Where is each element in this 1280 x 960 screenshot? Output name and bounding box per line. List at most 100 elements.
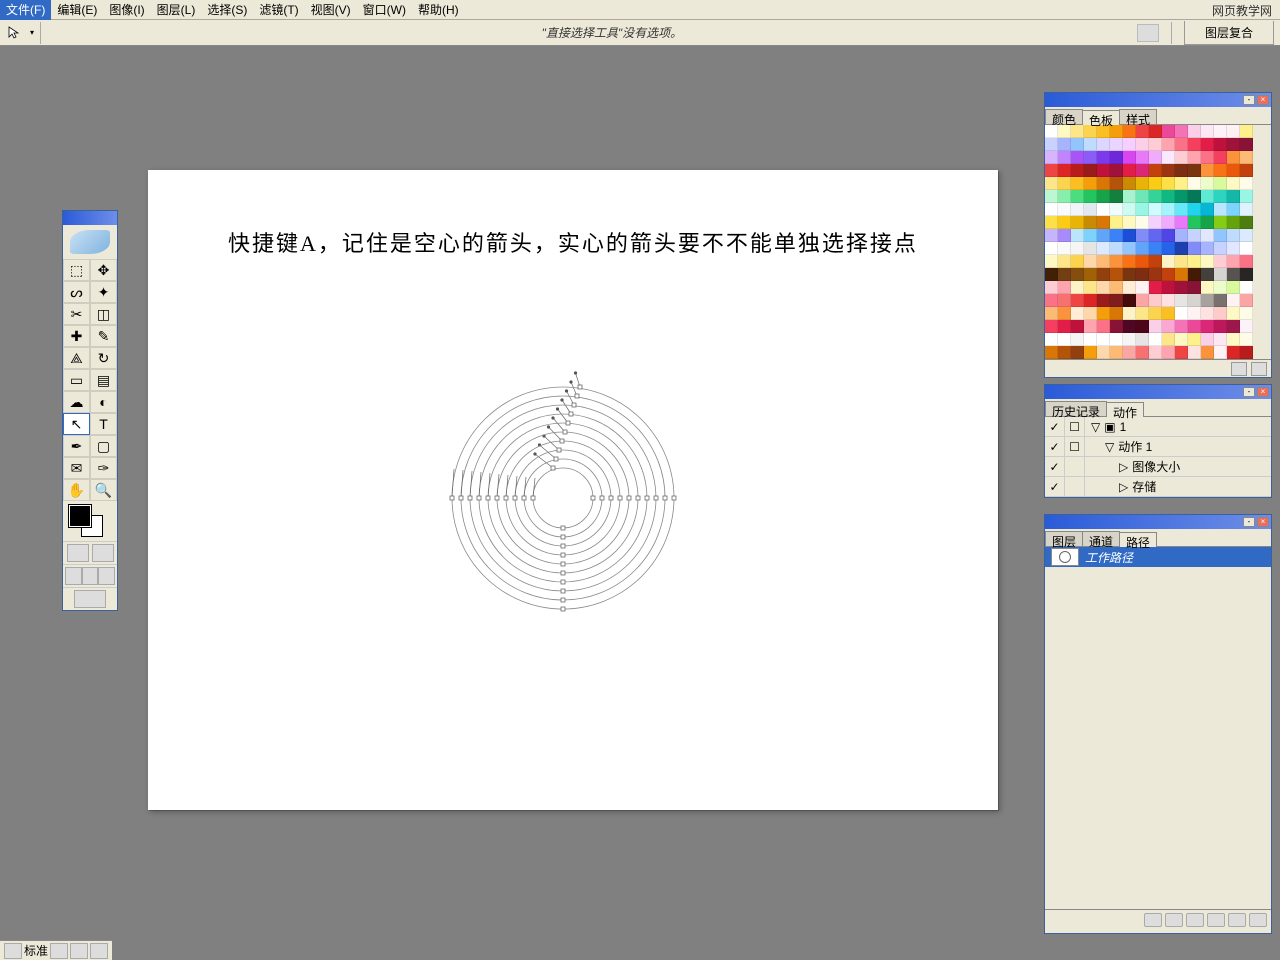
color-swatch[interactable] bbox=[1045, 268, 1058, 281]
color-swatch[interactable] bbox=[1149, 307, 1162, 320]
color-swatch[interactable] bbox=[1097, 203, 1110, 216]
color-swatch[interactable] bbox=[1240, 177, 1253, 190]
color-swatch[interactable] bbox=[1136, 268, 1149, 281]
color-swatch[interactable] bbox=[1175, 281, 1188, 294]
color-swatch[interactable] bbox=[1214, 190, 1227, 203]
color-swatch[interactable] bbox=[1201, 294, 1214, 307]
color-swatch[interactable] bbox=[1201, 268, 1214, 281]
color-swatch[interactable] bbox=[1058, 320, 1071, 333]
color-swatch[interactable] bbox=[1110, 281, 1123, 294]
color-swatch[interactable] bbox=[1201, 333, 1214, 346]
color-swatch[interactable] bbox=[1136, 151, 1149, 164]
color-swatch[interactable] bbox=[1149, 320, 1162, 333]
new-swatch-icon[interactable] bbox=[1231, 362, 1247, 376]
color-swatch[interactable] bbox=[1136, 138, 1149, 151]
color-swatch[interactable] bbox=[1227, 138, 1240, 151]
document-canvas[interactable]: 快捷键A，记住是空心的箭头，实心的箭头要不不能单独选择接点 bbox=[148, 170, 998, 810]
color-swatch[interactable] bbox=[1097, 229, 1110, 242]
color-swatch[interactable] bbox=[1149, 281, 1162, 294]
color-swatch[interactable] bbox=[1175, 229, 1188, 242]
color-swatch[interactable] bbox=[1214, 255, 1227, 268]
color-swatch[interactable] bbox=[1188, 242, 1201, 255]
color-swatch[interactable] bbox=[1214, 203, 1227, 216]
color-swatch[interactable] bbox=[1214, 307, 1227, 320]
color-swatch[interactable] bbox=[1071, 125, 1084, 138]
tool-wand[interactable]: ✦ bbox=[90, 281, 117, 303]
tool-preset-dropdown[interactable]: ▾ bbox=[30, 28, 34, 37]
color-swatch[interactable] bbox=[1162, 346, 1175, 359]
color-swatch[interactable] bbox=[1201, 138, 1214, 151]
tool-marquee[interactable]: ⬚ bbox=[63, 259, 90, 281]
color-swatch[interactable] bbox=[1227, 320, 1240, 333]
color-swatch[interactable] bbox=[1123, 125, 1136, 138]
color-swatch[interactable] bbox=[1058, 125, 1071, 138]
color-swatch[interactable] bbox=[1058, 203, 1071, 216]
color-swatch[interactable] bbox=[1240, 307, 1253, 320]
color-swatch[interactable] bbox=[1175, 203, 1188, 216]
color-swatch[interactable] bbox=[1240, 125, 1253, 138]
direct-select-cursor-icon[interactable] bbox=[6, 25, 22, 41]
color-swatch[interactable] bbox=[1045, 125, 1058, 138]
color-swatch[interactable] bbox=[1084, 229, 1097, 242]
color-swatch[interactable] bbox=[1214, 151, 1227, 164]
color-swatch[interactable] bbox=[1097, 281, 1110, 294]
color-swatch[interactable] bbox=[1097, 151, 1110, 164]
color-swatch[interactable] bbox=[1110, 268, 1123, 281]
color-swatch[interactable] bbox=[1097, 294, 1110, 307]
color-swatch[interactable] bbox=[1136, 216, 1149, 229]
color-swatch[interactable] bbox=[1162, 190, 1175, 203]
color-swatch[interactable] bbox=[1084, 216, 1097, 229]
color-swatch[interactable] bbox=[1071, 346, 1084, 359]
color-swatch[interactable] bbox=[1201, 164, 1214, 177]
tool-lasso[interactable]: ᔕ bbox=[63, 281, 90, 303]
color-swatch[interactable] bbox=[1071, 151, 1084, 164]
menu-image[interactable]: 图像(I) bbox=[103, 0, 150, 20]
color-swatch[interactable] bbox=[1123, 307, 1136, 320]
action-dialog-toggle[interactable]: ☐ bbox=[1065, 437, 1085, 456]
color-swatch[interactable] bbox=[1214, 281, 1227, 294]
color-swatch[interactable] bbox=[1084, 151, 1097, 164]
menu-view[interactable]: 视图(V) bbox=[305, 0, 357, 20]
color-swatch[interactable] bbox=[1136, 346, 1149, 359]
color-swatch[interactable] bbox=[1110, 242, 1123, 255]
tool-blur[interactable]: ☁ bbox=[63, 391, 90, 413]
selection-to-path-icon[interactable] bbox=[1207, 913, 1225, 927]
color-swatch[interactable] bbox=[1162, 164, 1175, 177]
color-swatch[interactable] bbox=[1240, 268, 1253, 281]
color-swatch[interactable] bbox=[1227, 242, 1240, 255]
color-swatch[interactable] bbox=[1201, 216, 1214, 229]
color-swatch[interactable] bbox=[1084, 346, 1097, 359]
color-swatch[interactable] bbox=[1227, 203, 1240, 216]
color-swatch[interactable] bbox=[1136, 333, 1149, 346]
color-swatch[interactable] bbox=[1097, 138, 1110, 151]
color-swatch[interactable] bbox=[1162, 333, 1175, 346]
color-swatch[interactable] bbox=[1071, 294, 1084, 307]
color-swatch[interactable] bbox=[1175, 307, 1188, 320]
layer-comps-tab[interactable]: 图层复合 bbox=[1184, 21, 1274, 45]
color-swatch[interactable] bbox=[1123, 255, 1136, 268]
color-swatch[interactable] bbox=[1058, 333, 1071, 346]
color-swatch[interactable] bbox=[1162, 203, 1175, 216]
color-swatch[interactable] bbox=[1097, 307, 1110, 320]
tool-eraser[interactable]: ▭ bbox=[63, 369, 90, 391]
color-swatch[interactable] bbox=[1110, 320, 1123, 333]
color-swatch[interactable] bbox=[1240, 164, 1253, 177]
color-swatch[interactable] bbox=[1240, 229, 1253, 242]
tool-shape[interactable]: ▢ bbox=[90, 435, 117, 457]
tool-history-brush[interactable]: ↻ bbox=[90, 347, 117, 369]
color-swatch[interactable] bbox=[1149, 203, 1162, 216]
color-swatch[interactable] bbox=[1097, 216, 1110, 229]
color-swatch[interactable] bbox=[1084, 177, 1097, 190]
color-swatch[interactable] bbox=[1045, 138, 1058, 151]
color-swatch[interactable] bbox=[1214, 216, 1227, 229]
screenmode-btn-3[interactable] bbox=[90, 943, 108, 959]
standard-mode-icon[interactable] bbox=[67, 544, 89, 562]
imageready-jump-icon[interactable] bbox=[4, 943, 22, 959]
tool-notes[interactable]: ✉ bbox=[63, 457, 90, 479]
color-swatch[interactable] bbox=[1071, 190, 1084, 203]
action-check-icon[interactable]: ✓ bbox=[1045, 477, 1065, 496]
color-swatch[interactable] bbox=[1058, 255, 1071, 268]
color-swatch[interactable] bbox=[1123, 333, 1136, 346]
tool-dodge[interactable]: ◐ bbox=[90, 391, 117, 413]
color-swatch[interactable] bbox=[1240, 242, 1253, 255]
